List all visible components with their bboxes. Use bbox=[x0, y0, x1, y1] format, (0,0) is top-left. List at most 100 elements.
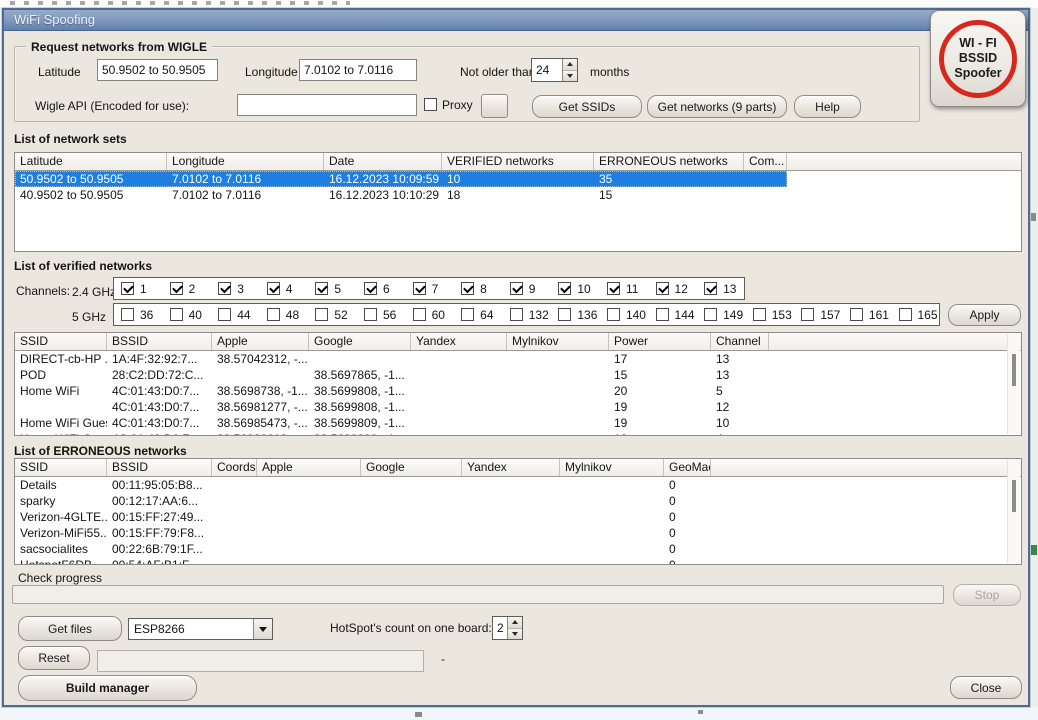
column-header-erroneous-networks[interactable]: ERRONEOUS networks bbox=[594, 153, 744, 170]
spinner-up-button[interactable] bbox=[563, 59, 577, 70]
board-select[interactable]: ESP8266 bbox=[128, 618, 273, 640]
get-networks-button[interactable]: Get networks (9 parts) bbox=[647, 95, 787, 118]
channel-checkbox-56[interactable] bbox=[364, 308, 377, 321]
column-header-ssid[interactable]: SSID bbox=[15, 459, 107, 476]
column-header-apple[interactable]: Apple bbox=[212, 333, 309, 350]
channel-checkbox-36[interactable] bbox=[121, 308, 134, 321]
channel-cell-8: 8 bbox=[454, 278, 503, 299]
spinner-up-button[interactable] bbox=[508, 617, 522, 628]
column-header-google[interactable]: Google bbox=[309, 333, 411, 350]
build-manager-button[interactable]: Build manager bbox=[18, 675, 197, 701]
channel-checkbox-6[interactable] bbox=[364, 282, 377, 295]
months-spinner-value[interactable]: 24 bbox=[532, 59, 562, 81]
wigle-api-input[interactable] bbox=[237, 94, 417, 116]
channel-checkbox-132[interactable] bbox=[510, 308, 523, 321]
channel-checkbox-7[interactable] bbox=[413, 282, 426, 295]
scrollbar-thumb[interactable] bbox=[1012, 480, 1016, 512]
column-header-date[interactable]: Date bbox=[324, 153, 442, 170]
channel-checkbox-165[interactable] bbox=[899, 308, 912, 321]
channel-checkbox-9[interactable] bbox=[510, 282, 523, 295]
column-header-google[interactable]: Google bbox=[361, 459, 462, 476]
proxy-extra-button[interactable] bbox=[481, 94, 508, 118]
table-row[interactable]: Home WiFi Guest4C:01:43:D0:7...38.569854… bbox=[15, 415, 769, 431]
channel-checkbox-8[interactable] bbox=[461, 282, 474, 295]
table-row[interactable]: Verizon-MiFi55...00:15:FF:79:F8...0 bbox=[15, 525, 711, 541]
channel-checkbox-44[interactable] bbox=[218, 308, 231, 321]
column-header-mylnikov[interactable]: Mylnikov bbox=[507, 333, 609, 350]
spinner-down-button[interactable] bbox=[563, 70, 577, 82]
channel-checkbox-48[interactable] bbox=[267, 308, 280, 321]
channel-checkbox-13[interactable] bbox=[704, 282, 717, 295]
channel-checkbox-153[interactable] bbox=[753, 308, 766, 321]
table-row[interactable]: Home WiFi Guest4C:01:43:D0:7...38.569866… bbox=[15, 431, 769, 436]
column-header-coords[interactable]: Coords bbox=[212, 459, 257, 476]
column-header-geomac[interactable]: GeoMac bbox=[664, 459, 711, 476]
channel-checkbox-2[interactable] bbox=[170, 282, 183, 295]
channel-checkbox-64[interactable] bbox=[461, 308, 474, 321]
column-header-apple[interactable]: Apple bbox=[257, 459, 361, 476]
column-header-com-[interactable]: Com... bbox=[744, 153, 787, 170]
table-row[interactable]: 4C:01:43:D0:7...38.56981277, -...38.5699… bbox=[15, 399, 769, 415]
reset-button[interactable]: Reset bbox=[18, 646, 90, 670]
channel-checkbox-52[interactable] bbox=[315, 308, 328, 321]
channel-checkbox-4[interactable] bbox=[267, 282, 280, 295]
channel-checkbox-5[interactable] bbox=[315, 282, 328, 295]
table-cell bbox=[257, 557, 361, 565]
column-header-longitude[interactable]: Longitude bbox=[167, 153, 324, 170]
column-header-channel[interactable]: Channel bbox=[711, 333, 769, 350]
table-row[interactable]: HotspotF6DB00:54:AF:B1:F...0 bbox=[15, 557, 711, 565]
channel-checkbox-60[interactable] bbox=[413, 308, 426, 321]
close-button[interactable]: Close bbox=[950, 676, 1022, 699]
hotspot-spinner-buttons[interactable] bbox=[507, 617, 522, 639]
table-row[interactable]: Details00:11:95:05:B8...0 bbox=[15, 477, 711, 493]
column-header-mylnikov[interactable]: Mylnikov bbox=[560, 459, 664, 476]
column-header-power[interactable]: Power bbox=[609, 333, 711, 350]
get-ssids-button[interactable]: Get SSIDs bbox=[532, 95, 642, 118]
column-header-bssid[interactable]: BSSID bbox=[107, 459, 212, 476]
scrollbar-thumb[interactable] bbox=[1012, 354, 1016, 386]
column-header-bssid[interactable]: BSSID bbox=[107, 333, 212, 350]
hotspot-count-value[interactable]: 2 bbox=[493, 617, 507, 639]
table-row[interactable]: Verizon-4GLTE...00:15:FF:27:49...0 bbox=[15, 509, 711, 525]
channel-checkbox-149[interactable] bbox=[704, 308, 717, 321]
channel-checkbox-140[interactable] bbox=[607, 308, 620, 321]
table-row[interactable]: Home WiFi4C:01:43:D0:7...38.5698738, -1.… bbox=[15, 383, 769, 399]
channel-checkbox-3[interactable] bbox=[218, 282, 231, 295]
channel-checkbox-11[interactable] bbox=[607, 282, 620, 295]
vertical-scrollbar[interactable] bbox=[1007, 334, 1020, 434]
spinner-down-button[interactable] bbox=[508, 628, 522, 640]
table-row[interactable]: DIRECT-cb-HP ...1A:4F:32:92:7...38.57042… bbox=[15, 351, 769, 367]
channel-checkbox-12[interactable] bbox=[656, 282, 669, 295]
column-header-ssid[interactable]: SSID bbox=[15, 333, 107, 350]
channel-checkbox-144[interactable] bbox=[656, 308, 669, 321]
help-button[interactable]: Help bbox=[794, 95, 861, 118]
get-files-button[interactable]: Get files bbox=[18, 616, 122, 641]
channel-checkbox-161[interactable] bbox=[850, 308, 863, 321]
channel-checkbox-136[interactable] bbox=[558, 308, 571, 321]
table-cell: 4C:01:43:D0:7... bbox=[107, 399, 212, 415]
column-header-latitude[interactable]: Latitude bbox=[15, 153, 167, 170]
combo-dropdown-button[interactable] bbox=[253, 619, 272, 639]
stop-button[interactable]: Stop bbox=[953, 584, 1021, 606]
column-header-yandex[interactable]: Yandex bbox=[462, 459, 560, 476]
column-header-yandex[interactable]: Yandex bbox=[411, 333, 507, 350]
channel-checkbox-40[interactable] bbox=[170, 308, 183, 321]
proxy-checkbox[interactable] bbox=[424, 98, 437, 111]
channel-checkbox-10[interactable] bbox=[558, 282, 571, 295]
longitude-input[interactable]: 7.0102 to 7.0116 bbox=[299, 59, 417, 81]
apply-button[interactable]: Apply bbox=[948, 304, 1021, 326]
months-spinner[interactable]: 24 bbox=[531, 58, 578, 82]
channel-checkbox-157[interactable] bbox=[801, 308, 814, 321]
table-row[interactable]: 40.9502 to 50.95057.0102 to 7.011616.12.… bbox=[15, 187, 787, 203]
table-row[interactable]: sacsocialites00:22:6B:79:1F...0 bbox=[15, 541, 711, 557]
latitude-input[interactable]: 50.9502 to 50.9505 bbox=[97, 59, 218, 81]
titlebar[interactable]: WiFi Spoofing bbox=[2, 8, 1030, 31]
table-row[interactable]: POD28:C2:DD:72:C...38.5697865, -1...1513 bbox=[15, 367, 769, 383]
months-spinner-buttons[interactable] bbox=[562, 59, 577, 81]
hotspot-count-spinner[interactable]: 2 bbox=[492, 616, 523, 640]
column-header-verified-networks[interactable]: VERIFIED networks bbox=[442, 153, 594, 170]
table-row[interactable]: 50.9502 to 50.95057.0102 to 7.011616.12.… bbox=[15, 171, 787, 187]
vertical-scrollbar[interactable] bbox=[1007, 460, 1020, 563]
channel-checkbox-1[interactable] bbox=[121, 282, 134, 295]
table-row[interactable]: sparky00:12:17:AA:6...0 bbox=[15, 493, 711, 509]
